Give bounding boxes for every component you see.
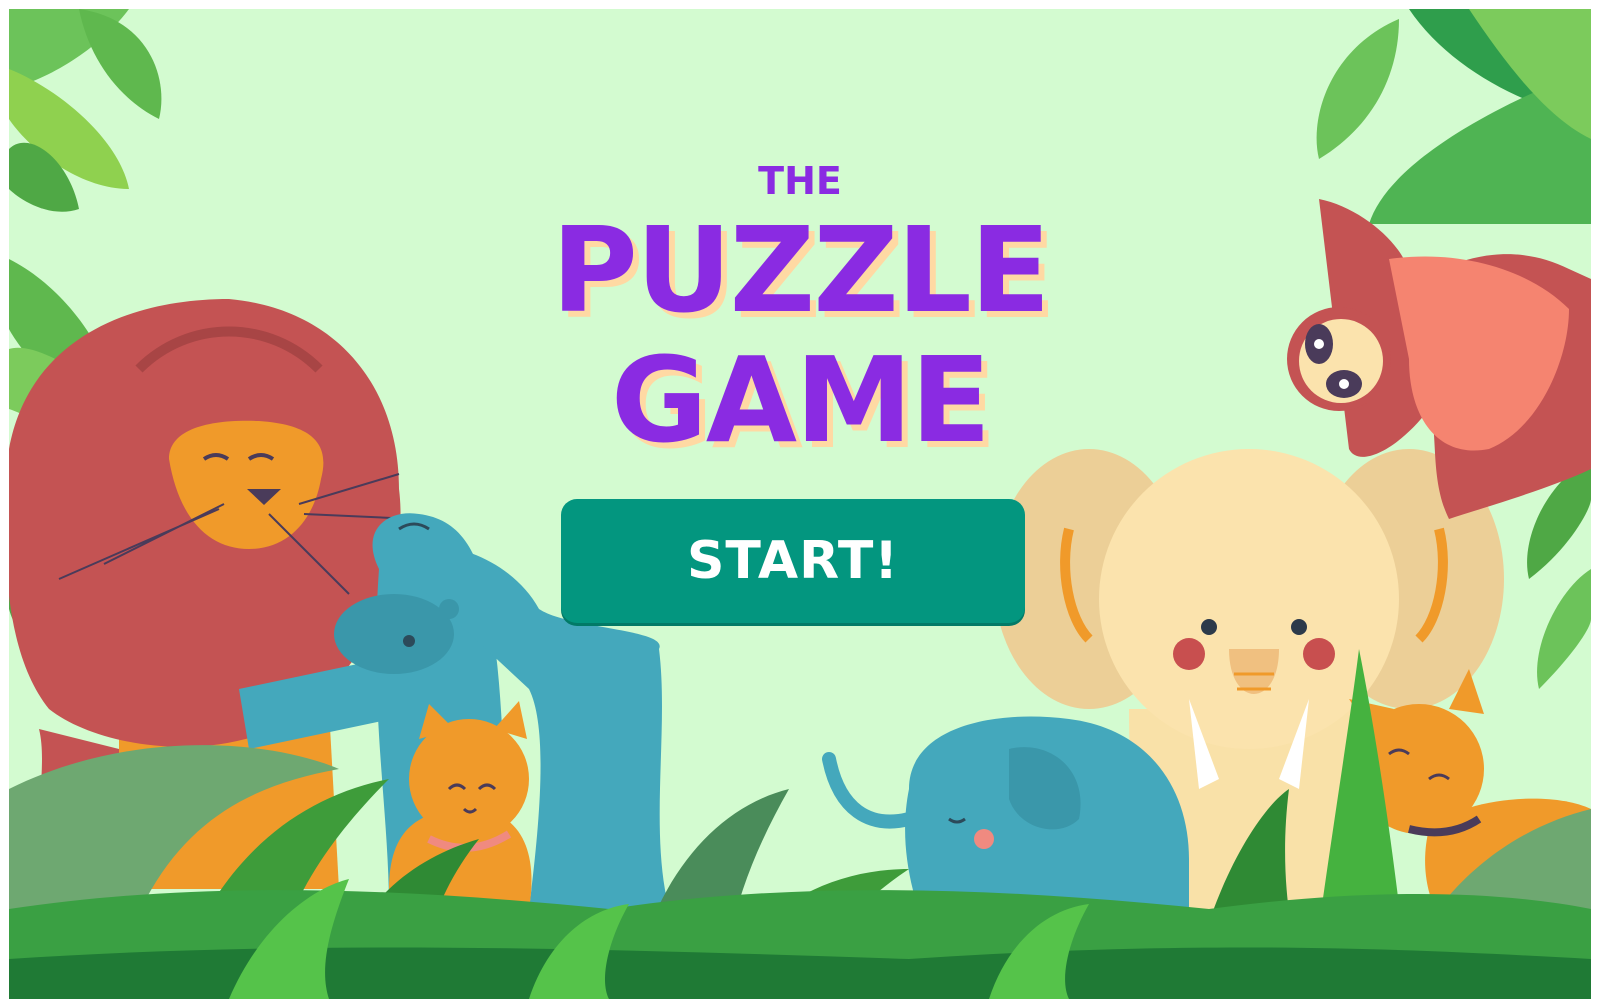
start-button[interactable]: START! bbox=[561, 499, 1025, 623]
title-puzzle: PUZZLE bbox=[551, 201, 1050, 339]
title-game: GAME bbox=[610, 331, 991, 469]
title-the: THE bbox=[758, 159, 842, 203]
game-title: THE PUZZLE GAME bbox=[9, 9, 1591, 479]
game-screen: THE PUZZLE GAME START! bbox=[9, 9, 1591, 999]
